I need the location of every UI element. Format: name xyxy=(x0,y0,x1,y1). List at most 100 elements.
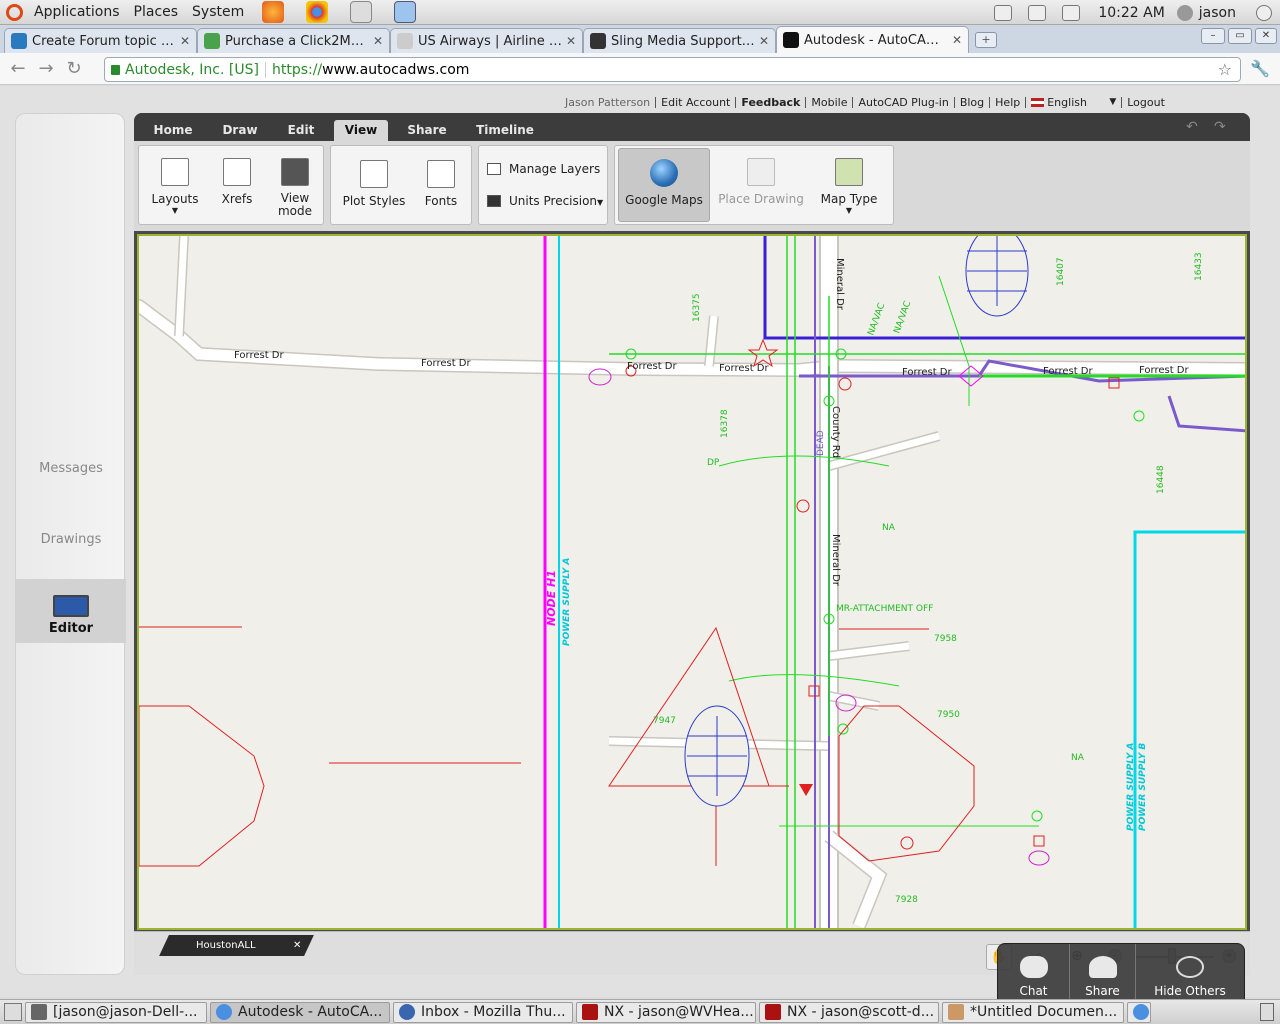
redo-icon[interactable]: ↷ xyxy=(1214,119,1226,135)
street-label: Forrest Dr xyxy=(1139,365,1190,376)
attachment-label: MR-ATTACHMENT OFF xyxy=(836,604,933,614)
taskbar-item[interactable] xyxy=(1127,1001,1151,1023)
reload-icon[interactable]: ↻ xyxy=(60,58,88,79)
tab-close-icon[interactable]: ✕ xyxy=(952,33,962,47)
place-drawing-button[interactable]: Place Drawing xyxy=(717,158,805,206)
bookmark-star-icon[interactable]: ☆ xyxy=(1218,60,1232,79)
units-precision-button[interactable]: Units Precision▼ xyxy=(487,194,603,208)
text-editor-icon xyxy=(948,1004,964,1020)
mail-icon[interactable] xyxy=(1062,4,1081,21)
taskbar-item[interactable]: Inbox - Mozilla Thu... xyxy=(393,1001,573,1023)
chart-launcher-icon[interactable] xyxy=(394,1,417,23)
minimize-button[interactable]: – xyxy=(1201,28,1225,44)
units-icon xyxy=(487,195,501,207)
user-menu[interactable]: jason xyxy=(1199,5,1236,21)
ev-certificate-label[interactable]: Autodesk, Inc. [US] xyxy=(125,61,266,78)
tab-timeline[interactable]: Timeline xyxy=(468,120,542,141)
plugin-link[interactable]: AutoCAD Plug-in xyxy=(853,96,955,108)
ribbon-tab-bar: Home Draw Edit View Share Timeline ↶ ↷ xyxy=(134,113,1250,141)
map-type-button[interactable]: Map Type ▼ xyxy=(813,158,885,215)
taskbar-label: [jason@jason-Dell-... xyxy=(53,1004,198,1020)
help-link[interactable]: Help xyxy=(990,96,1027,108)
firefox-launcher-icon[interactable] xyxy=(262,1,285,23)
top-panel: Applications Places System 10:22 AM jaso… xyxy=(0,0,1280,25)
edit-account-link[interactable]: Edit Account xyxy=(656,96,737,108)
messages-nav-item[interactable]: Messages xyxy=(16,461,126,476)
drawings-nav-item[interactable]: Drawings xyxy=(16,532,126,547)
forward-arrow-icon[interactable]: → xyxy=(32,58,60,79)
eye-hidden-icon xyxy=(1176,956,1204,978)
google-maps-label: Google Maps xyxy=(625,193,703,207)
taskbar-item-active[interactable]: Autodesk - AutoCA... xyxy=(210,1001,390,1023)
google-maps-button[interactable]: Google Maps xyxy=(618,148,710,222)
new-tab-button[interactable]: + xyxy=(975,32,997,48)
browser-tab[interactable]: Purchase a Click2Map ... ✕ xyxy=(197,28,390,53)
taskbar-item[interactable]: NX - jason@WVHea... xyxy=(576,1001,756,1023)
parcel-label: 7928 xyxy=(895,895,918,905)
taskbar-item[interactable]: [jason@jason-Dell-... xyxy=(25,1001,207,1023)
browser-tab-active[interactable]: Autodesk - AutoCAD ... ✕ xyxy=(776,26,969,53)
parcel-label: 7958 xyxy=(934,634,957,644)
drawing-tab[interactable]: HoustonALL ✕ xyxy=(159,935,314,956)
mobile-link[interactable]: Mobile xyxy=(806,96,854,108)
maximize-button[interactable]: ▭ xyxy=(1228,28,1252,44)
taskbar-item[interactable]: NX - jason@scott-d... xyxy=(759,1001,939,1023)
address-bar[interactable]: Autodesk, Inc. [US] https:// www.autocad… xyxy=(104,57,1241,82)
ubuntu-logo-icon[interactable] xyxy=(6,3,23,21)
view-mode-button[interactable]: View mode xyxy=(269,158,321,218)
manage-layers-button[interactable]: Manage Layers xyxy=(487,162,600,176)
volume-icon[interactable] xyxy=(1028,4,1047,21)
plot-styles-button[interactable]: Plot Styles xyxy=(339,160,409,208)
system-menu[interactable]: System xyxy=(185,0,251,25)
drawing-canvas[interactable]: Forrest Dr Forrest Dr Forrest Dr Forrest… xyxy=(137,234,1247,930)
layouts-button[interactable]: Layouts ▼ xyxy=(147,158,203,215)
chrome-launcher-icon[interactable] xyxy=(306,1,329,23)
globe-icon xyxy=(650,159,678,187)
xrefs-button[interactable]: Xrefs xyxy=(213,158,261,206)
tab-close-icon[interactable]: ✕ xyxy=(373,34,383,48)
ribbon-group-layers: Manage Layers Units Precision▼ xyxy=(478,145,608,225)
tab-share[interactable]: Share xyxy=(398,120,456,141)
editor-nav-item[interactable]: Editor xyxy=(16,579,126,643)
browser-tab[interactable]: Sling Media Support - ... ✕ xyxy=(583,28,776,53)
places-menu[interactable]: Places xyxy=(127,0,186,25)
browser-tab[interactable]: Create Forum topic | ... ✕ xyxy=(4,28,197,53)
fonts-icon xyxy=(427,160,455,188)
taskbar-item[interactable]: *Untitled Documen... xyxy=(942,1001,1124,1023)
power-supply-label: POWER SUPPLY A xyxy=(562,558,572,646)
blog-link[interactable]: Blog xyxy=(955,96,991,108)
chrome-icon xyxy=(216,1004,232,1020)
tab-draw[interactable]: Draw xyxy=(212,120,268,141)
clock[interactable]: 10:22 AM xyxy=(1098,5,1164,21)
back-arrow-icon[interactable]: ← xyxy=(4,58,32,79)
trash-icon[interactable] xyxy=(1260,1003,1274,1021)
manage-layers-label: Manage Layers xyxy=(509,162,601,176)
power-icon[interactable] xyxy=(1256,4,1272,21)
tab-close-icon[interactable]: ✕ xyxy=(759,34,769,48)
window-close-button[interactable]: ✕ xyxy=(1255,28,1277,44)
cad-drawing[interactable]: Forrest Dr Forrest Dr Forrest Dr Forrest… xyxy=(139,236,1247,930)
lamp-launcher-icon[interactable] xyxy=(350,1,373,23)
plot-styles-icon xyxy=(360,160,388,188)
parcel-label: 16448 xyxy=(1156,465,1166,494)
undo-icon[interactable]: ↶ xyxy=(1186,119,1198,135)
show-desktop-icon[interactable] xyxy=(4,1003,22,1021)
close-icon[interactable]: ✕ xyxy=(293,935,301,956)
network-icon[interactable] xyxy=(994,4,1013,21)
language-select[interactable]: English ▼ xyxy=(1026,96,1123,108)
place-drawing-label: Place Drawing xyxy=(718,192,804,206)
wrench-menu-icon[interactable]: 🔧 xyxy=(1250,59,1270,78)
system-tray: 10:22 AM jason xyxy=(986,0,1280,25)
logout-link[interactable]: Logout xyxy=(1122,97,1170,108)
feedback-link[interactable]: Feedback xyxy=(736,96,807,108)
tab-close-icon[interactable]: ✕ xyxy=(566,34,576,48)
plot-styles-label: Plot Styles xyxy=(342,194,406,208)
browser-toolbar: ← → ↻ Autodesk, Inc. [US] https:// www.a… xyxy=(0,53,1280,85)
browser-tab[interactable]: US Airways | Airline tic... ✕ xyxy=(390,28,583,53)
tab-view[interactable]: View xyxy=(334,120,388,141)
tab-home[interactable]: Home xyxy=(144,120,202,141)
tab-edit[interactable]: Edit xyxy=(276,120,326,141)
applications-menu[interactable]: Applications xyxy=(27,0,127,25)
fonts-button[interactable]: Fonts xyxy=(419,160,463,208)
tab-close-icon[interactable]: ✕ xyxy=(180,34,190,48)
